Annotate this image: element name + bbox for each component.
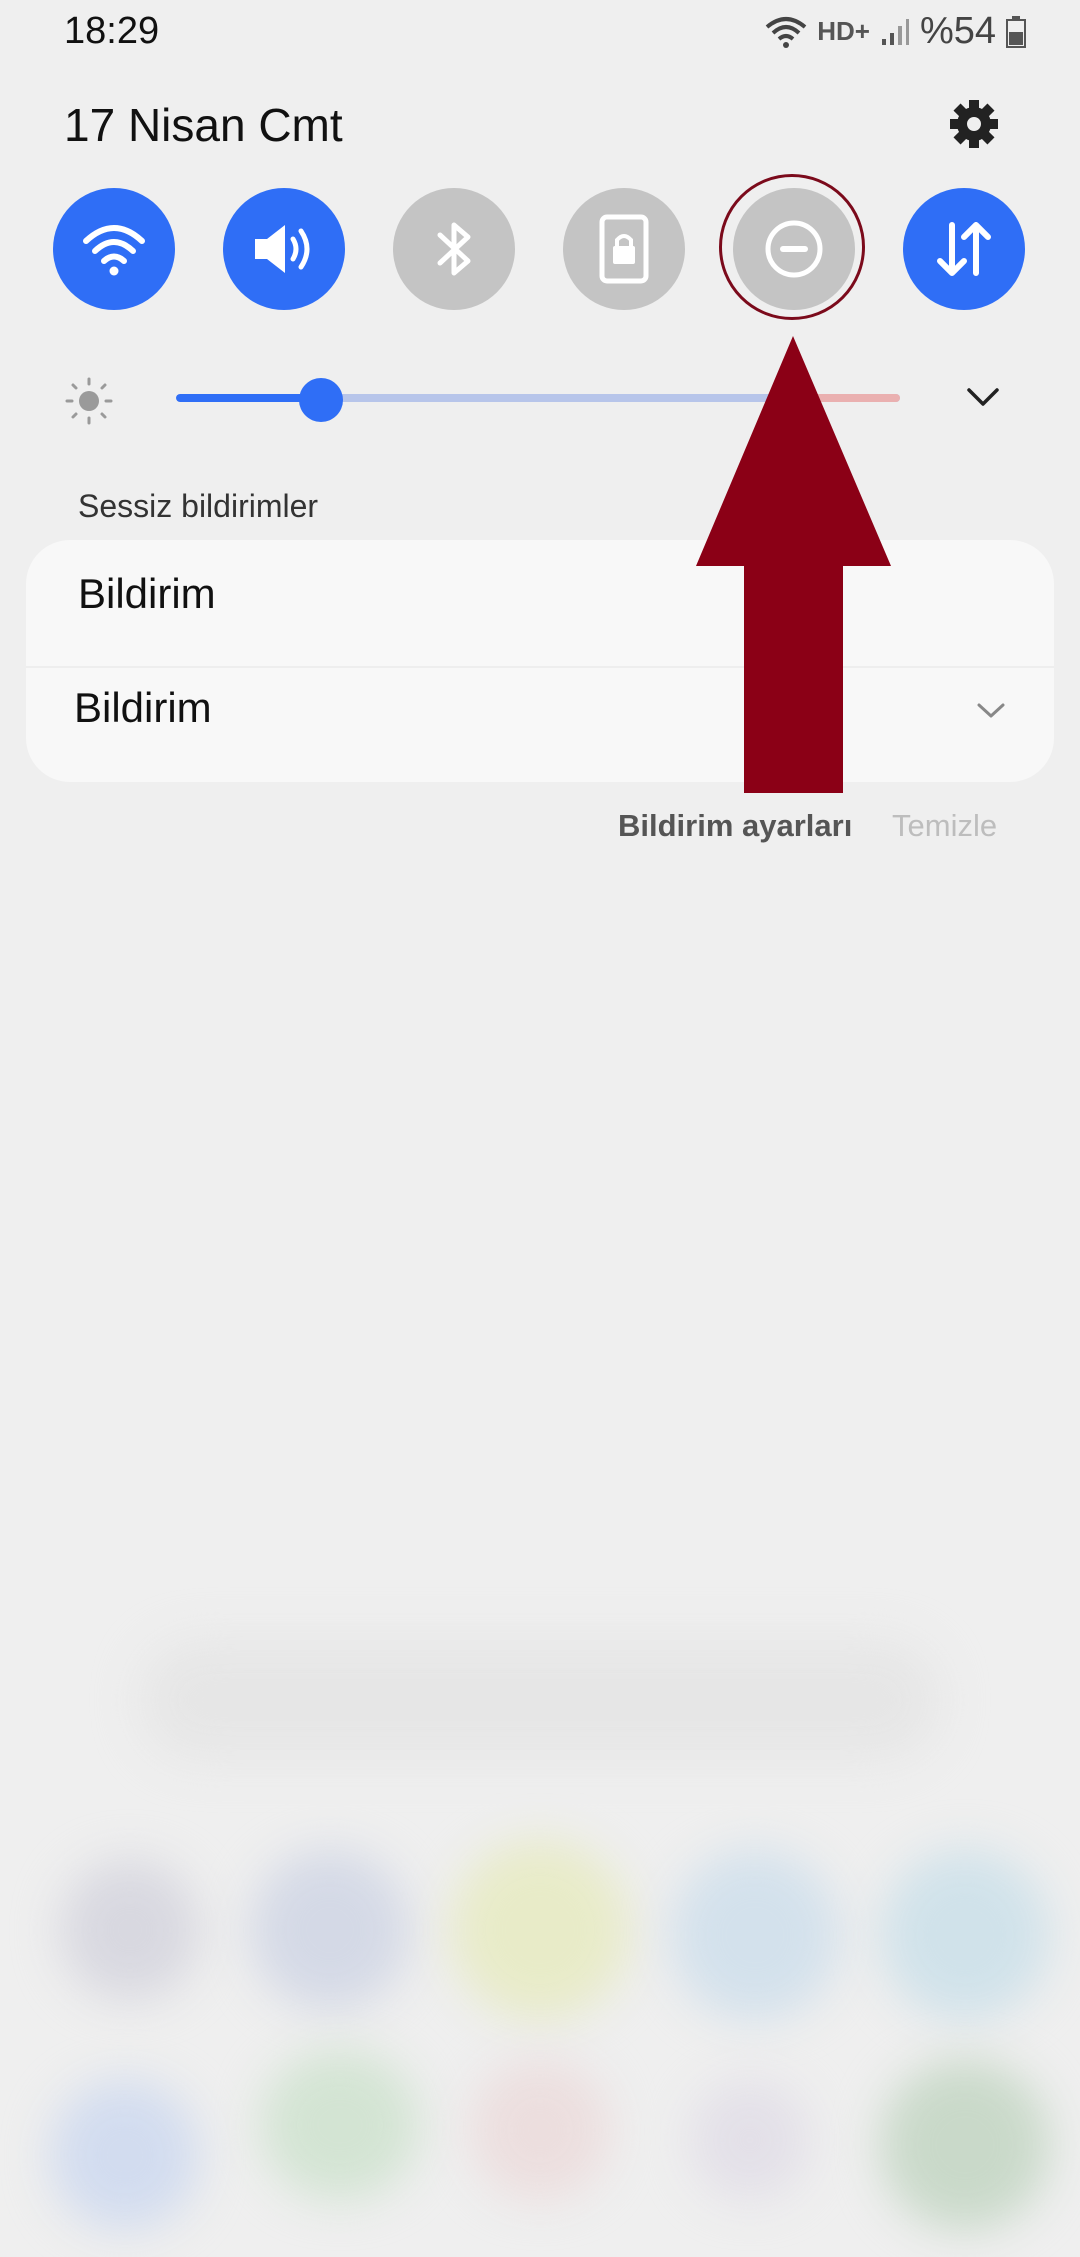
volume-icon — [255, 225, 310, 273]
notification-item[interactable]: Bildirim — [26, 540, 1054, 654]
wifi-icon — [83, 225, 145, 276]
chevron-down-icon[interactable] — [963, 382, 1003, 412]
quick-settings-toggles — [0, 188, 1080, 312]
brightness-control — [0, 360, 1080, 434]
data-transfer-icon — [937, 222, 991, 276]
rotation-lock-icon — [599, 214, 649, 284]
brightness-slider-thumb[interactable] — [298, 378, 343, 422]
network-type: HD+ — [817, 16, 870, 46]
notification-settings-link[interactable]: Bildirim ayarları — [618, 808, 852, 844]
status-bar: 18:29 HD+ %54 — [0, 0, 1080, 70]
divider — [26, 666, 1054, 668]
status-time: 18:29 — [64, 10, 160, 52]
clear-button[interactable]: Temizle — [892, 808, 997, 844]
toggle-mobile-data[interactable] — [903, 188, 1025, 310]
date-label: 17 Nisan Cmt — [64, 99, 343, 151]
brightness-extra-range — [816, 394, 900, 402]
notification-title: Bildirim — [74, 684, 212, 731]
section-title: Sessiz bildirimler — [78, 488, 319, 524]
status-icons: HD+ %54 — [765, 10, 1026, 53]
signal-icon — [881, 18, 909, 45]
toggle-bluetooth[interactable] — [393, 188, 515, 310]
gear-icon[interactable] — [948, 98, 1000, 150]
battery-percent: %54 — [919, 10, 996, 52]
notification-title: Bildirim — [78, 570, 216, 617]
brightness-slider-track[interactable] — [176, 394, 900, 402]
sun-icon — [65, 377, 113, 425]
bluetooth-icon — [437, 222, 471, 276]
toggle-sound[interactable] — [223, 188, 345, 310]
highlight-circle — [719, 174, 865, 320]
battery-icon — [1006, 15, 1026, 48]
notification-item[interactable]: Bildirim — [26, 654, 1054, 768]
toggle-wifi[interactable] — [53, 188, 175, 310]
toggle-screen-lock[interactable] — [563, 188, 685, 310]
chevron-down-icon[interactable] — [974, 698, 1008, 722]
wifi-status-icon — [765, 16, 807, 48]
notification-card: Bildirim Bildirim — [26, 540, 1054, 782]
